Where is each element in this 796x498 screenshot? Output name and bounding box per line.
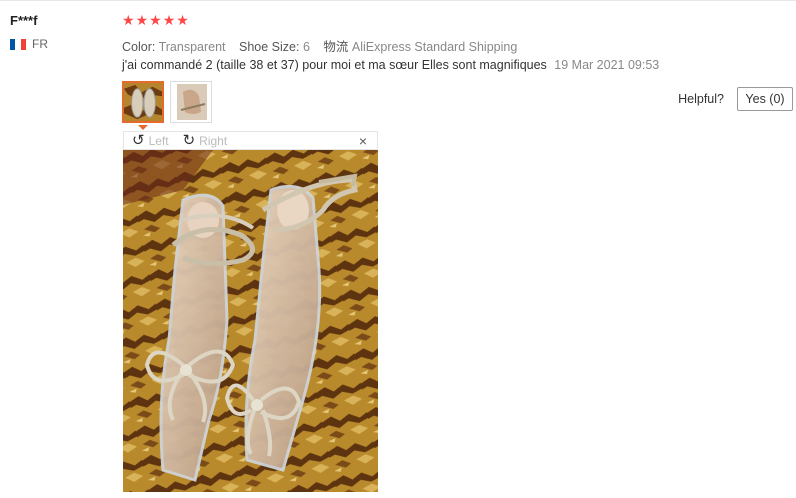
star-icon: ★: [122, 12, 135, 28]
rotate-right-icon: ↻: [182, 132, 196, 149]
star-icon: ★: [149, 12, 162, 28]
shipping-label: 物流: [323, 40, 349, 54]
color-label: Color:: [122, 40, 156, 54]
shipping-value: AliExpress Standard Shipping: [351, 40, 518, 54]
review-text: j'ai commandé 2 (taille 38 et 37) pour m…: [122, 58, 547, 72]
rotate-left-label: Left: [148, 133, 169, 148]
flag-icon: [10, 38, 26, 50]
rotate-left-icon: ↺: [132, 132, 145, 149]
review-body: j'ai commandé 2 (taille 38 et 37) pour m…: [122, 58, 659, 72]
review-date: 19 Mar 2021 09:53: [554, 58, 660, 72]
star-icon: ★: [176, 12, 189, 28]
color-value: Transparent: [158, 40, 226, 54]
top-divider: [0, 0, 796, 1]
rotate-right-button[interactable]: ↻ Right: [183, 133, 228, 148]
star-icon: ★: [135, 12, 149, 28]
star-icon: ★: [162, 12, 176, 28]
thumbnail-pointer: [138, 125, 148, 130]
image-viewer-toolbar: ↺ Left ↻ Right ×: [123, 131, 378, 150]
country-code: FR: [32, 37, 48, 51]
helpful-label: Helpful?: [678, 92, 724, 106]
reviewer-country: FR: [10, 37, 48, 51]
thumbnail-1[interactable]: [122, 81, 164, 123]
review-thumbnails: [122, 81, 218, 123]
review-photo: [123, 150, 378, 492]
size-value: 6: [302, 40, 310, 54]
review-meta: Color: Transparent Shoe Size: 6 物流 AliEx…: [122, 36, 527, 55]
helpful-yes-button[interactable]: Yes (0): [737, 87, 793, 111]
size-label: Shoe Size:: [239, 40, 300, 54]
reviewer-name: F***f: [10, 13, 38, 28]
star-rating: ★ ★ ★ ★ ★: [122, 13, 190, 27]
thumbnail-2[interactable]: [170, 81, 212, 123]
rotate-left-button[interactable]: ↺ Left: [132, 133, 169, 148]
close-icon[interactable]: ×: [359, 133, 367, 149]
rotate-right-label: Right: [199, 133, 228, 148]
